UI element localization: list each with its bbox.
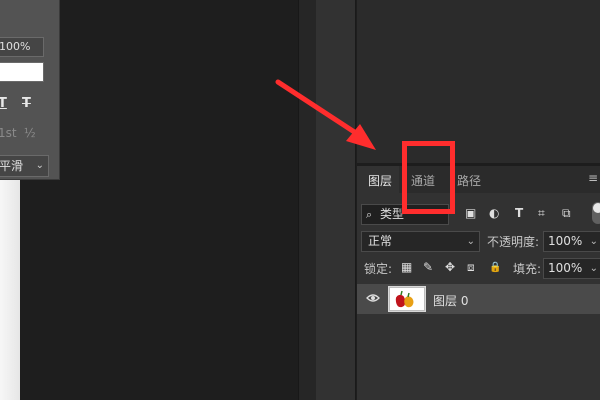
tab-layers[interactable]: 图层 xyxy=(368,172,392,189)
antialias-select[interactable]: 平滑 ⌄ xyxy=(0,155,49,177)
lock-artboard-icon[interactable]: ⧈ xyxy=(467,260,475,275)
highlight-box xyxy=(402,141,455,214)
shape-filter-icon[interactable]: ⌗ xyxy=(538,206,545,221)
blend-mode-select[interactable]: 正常 ⌄ xyxy=(361,231,480,252)
type-filter-icon[interactable]: T xyxy=(515,206,523,220)
ordinal-button[interactable]: 1st xyxy=(0,126,17,140)
image-filter-icon[interactable]: ▣ xyxy=(465,206,476,220)
smart-object-filter-icon[interactable]: ⧉ xyxy=(562,206,571,221)
opacity-value: 100% xyxy=(548,234,583,248)
chevron-down-icon: ⌄ xyxy=(589,263,598,274)
antialias-value: 平滑 xyxy=(0,159,24,173)
text-color-swatch[interactable] xyxy=(0,62,44,82)
chevron-down-icon: ⌄ xyxy=(466,236,475,247)
visibility-eye-icon[interactable] xyxy=(366,292,380,307)
underline-button[interactable]: T xyxy=(0,96,7,111)
lock-all-icon[interactable]: 🔒 xyxy=(489,262,501,273)
collapsed-panel-strip xyxy=(316,0,356,400)
peppers-thumbnail-image xyxy=(395,290,414,308)
opacity-input[interactable]: 100% ⌄ xyxy=(543,231,600,252)
chevron-down-icon: ⌄ xyxy=(35,160,44,171)
layer-thumbnail xyxy=(388,286,426,312)
opacity-label: 不透明度: xyxy=(487,235,540,249)
upper-panel-area xyxy=(357,0,600,163)
panel-gutter xyxy=(298,0,316,400)
character-panel: 100% T T 1st ½ 平滑 ⌄ xyxy=(0,0,60,180)
adjustment-filter-icon[interactable]: ◐ xyxy=(489,206,499,220)
tracking-percent-input[interactable]: 100% xyxy=(0,37,44,57)
lock-image-pixels-icon[interactable]: ✎ xyxy=(423,260,433,274)
fill-value: 100% xyxy=(548,261,583,275)
search-icon: ⌕ xyxy=(366,208,373,221)
fraction-button[interactable]: ½ xyxy=(24,126,36,140)
lock-transparent-pixels-icon[interactable]: ▦ xyxy=(401,260,412,274)
layers-panel: 图层 通道 路径 ≡ ⌕ 类型 ▣ ◐ T ⌗ ⧉ 正常 ⌄ 不透明度: 100… xyxy=(357,166,600,400)
fill-input[interactable]: 100% ⌄ xyxy=(543,258,600,279)
panel-menu-icon[interactable]: ≡ xyxy=(588,171,598,185)
lock-position-icon[interactable]: ✥ xyxy=(445,260,455,274)
blend-mode-value: 正常 xyxy=(368,234,393,248)
lock-label: 锁定: xyxy=(364,262,393,276)
fill-label: 填充: xyxy=(513,262,542,276)
chevron-down-icon: ⌄ xyxy=(589,236,598,247)
layer-row[interactable]: 图层 0 xyxy=(357,284,600,314)
panel-tabs: 图层 通道 路径 ≡ xyxy=(357,166,600,193)
filter-toggle-switch[interactable] xyxy=(592,202,600,224)
eye-icon xyxy=(366,294,380,302)
canvas-document-edge xyxy=(0,180,20,400)
layer-name: 图层 0 xyxy=(433,294,469,308)
filter-kind-value: 类型 xyxy=(380,207,405,221)
strikethrough-button[interactable]: T xyxy=(22,96,31,111)
tab-paths[interactable]: 路径 xyxy=(457,172,481,189)
